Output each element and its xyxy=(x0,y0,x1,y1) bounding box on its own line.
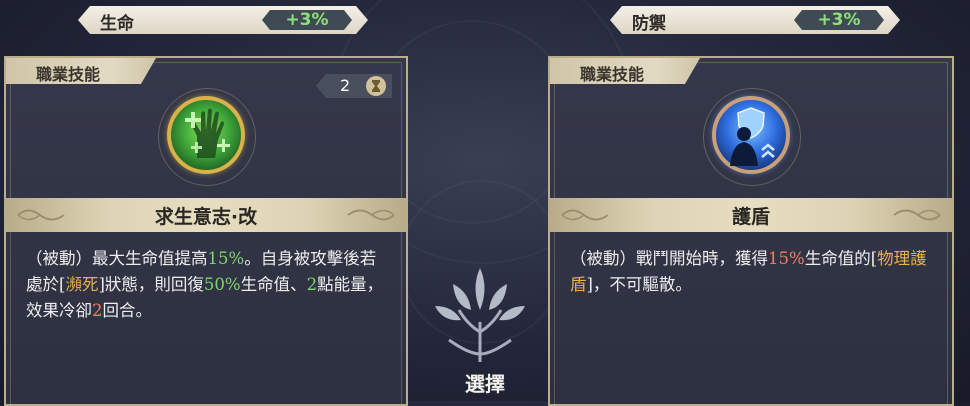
description-text: （被動）戰鬥開始時，獲得 xyxy=(570,249,768,268)
hourglass-icon xyxy=(366,76,386,96)
cooldown-number: 2 xyxy=(340,76,351,95)
skill-card-left[interactable]: 職業技能 2 求生意志·改 （被動）最大生命值提高15%。自身被攻擊後若處於[瀕… xyxy=(4,56,408,406)
skill-name: 護盾 xyxy=(731,206,770,228)
stat-pill-defense: 防禦 +3% xyxy=(610,6,900,34)
card-header: 職業技能 xyxy=(550,58,700,84)
green-hand-heal-icon xyxy=(167,96,245,174)
skill-description: （被動）最大生命值提高15%。自身被攻擊後若處於[瀕死]狀態，則回復50%生命值… xyxy=(26,246,386,324)
card-header-text: 職業技能 xyxy=(580,65,645,84)
stat-value-box: +3% xyxy=(794,10,884,30)
stat-value: +3% xyxy=(285,10,329,30)
description-text: 生命值的[ xyxy=(804,249,878,268)
select-button[interactable]: 選擇 xyxy=(0,368,970,397)
stat-label: 生命 xyxy=(100,14,134,34)
highlight-text: 50% xyxy=(203,275,241,294)
highlight-text: 15% xyxy=(207,249,245,268)
blue-shield-person-icon xyxy=(712,96,790,174)
stat-value: +3% xyxy=(817,10,861,30)
skill-card-right[interactable]: 職業技能 護盾 （被動）戰鬥開始時，獲得15%生命值的[物理護盾]，不可驅散。 xyxy=(548,56,954,406)
description-text: 生命值、 xyxy=(240,275,307,294)
stat-pill-hp: 生命 +3% xyxy=(78,6,368,34)
cooldown-badge: 2 xyxy=(316,74,392,98)
highlight-text: 15% xyxy=(768,249,805,268)
skill-description: （被動）戰鬥開始時，獲得15%生命值的[物理護盾]，不可驅散。 xyxy=(570,246,932,298)
stat-label: 防禦 xyxy=(632,14,666,34)
stat-value-box: +3% xyxy=(262,10,352,30)
highlight-text: 瀕死 xyxy=(65,275,99,294)
highlight-text: 2 xyxy=(92,301,103,320)
description-text: （被動）最大生命值提高 xyxy=(26,249,208,268)
description-text: ]，不可驅散。 xyxy=(586,275,692,294)
tree-emblem-icon[interactable] xyxy=(429,262,531,374)
description-text: ]狀態，則回復 xyxy=(98,275,204,294)
card-header: 職業技能 xyxy=(6,58,156,84)
skill-name: 求生意志·改 xyxy=(154,206,258,228)
card-header-text: 職業技能 xyxy=(36,65,101,84)
skill-name-band: 求生意志·改 xyxy=(6,198,406,232)
description-text: 回合。 xyxy=(102,301,153,320)
skill-name-band: 護盾 xyxy=(550,198,952,232)
highlight-text: 2 xyxy=(306,275,318,294)
